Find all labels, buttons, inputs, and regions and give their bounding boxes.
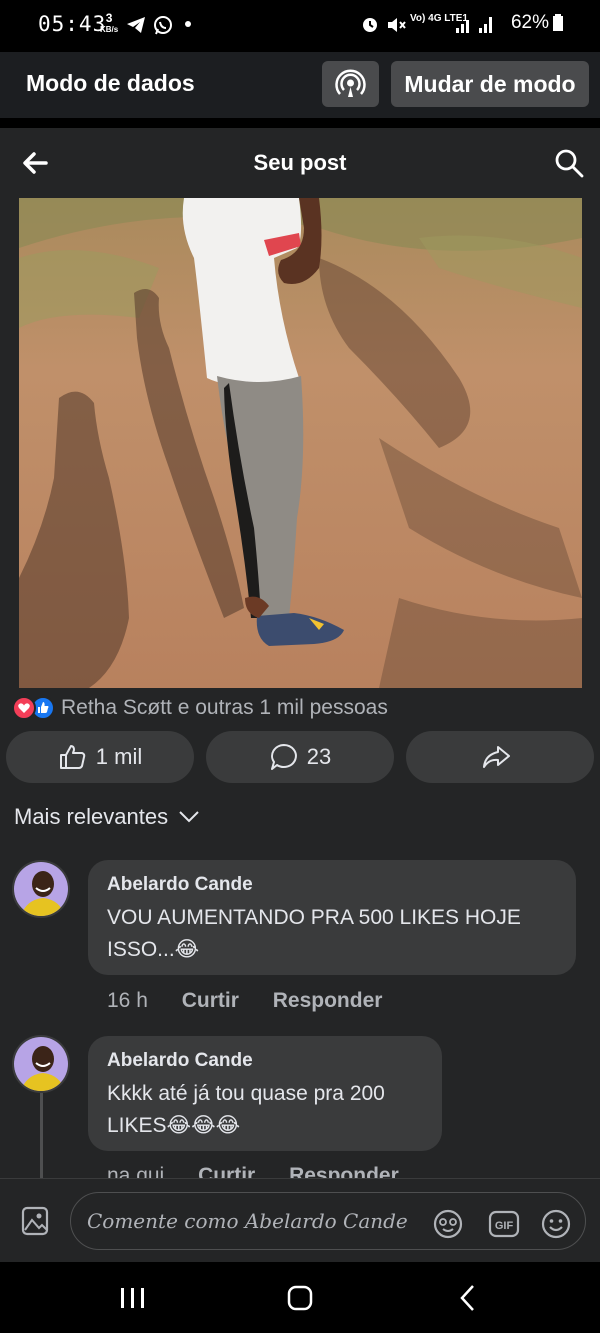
divider [0,118,600,128]
reactions-text: Retha Scøtt e outras 1 mil pessoas [61,696,388,719]
battery-percent: 62% [510,12,549,33]
comment-count: 23 [306,744,332,769]
comment-like-link[interactable]: Curtir [182,989,239,1012]
comment-meta: na qui Curtir Responder [107,1163,427,1178]
alarm-icon [363,18,377,32]
network-speed: 3 KB/s [100,12,118,36]
comment-time: 16 h [107,989,148,1012]
signal-icon [456,20,469,33]
comment-text: Kkkk até já tou quase pra 200 LIKES😂😂😂 [107,1082,385,1137]
notification-dot-icon [185,21,191,27]
comment-composer: Comente como Abelardo Cande GIF [0,1178,600,1262]
post-actions: 1 mil 23 [6,731,594,783]
comment-author[interactable]: Abelardo Cande [107,1050,422,1072]
comment-meta: 16 h Curtir Responder [107,989,410,1013]
comment-author[interactable]: Abelardo Cande [107,874,556,896]
post-photo[interactable] [19,198,582,688]
svg-text:GIF: GIF [495,1220,514,1232]
comment-like-link[interactable]: Curtir [198,1164,255,1178]
emoji-icon[interactable] [540,1208,572,1240]
avatar-sticker-icon[interactable] [432,1208,464,1240]
share-button[interactable] [406,731,594,783]
whatsapp-icon [154,16,172,35]
mute-icon [388,18,406,32]
share-arrow-icon [483,746,510,768]
telegram-icon [127,17,145,33]
data-mode-title: Modo de dados [26,70,195,96]
chevron-down-icon [179,811,199,823]
clock: 05:43 [38,12,107,36]
thumbs-up-icon [59,745,86,769]
broadcast-icon [335,69,366,97]
home-icon[interactable] [280,1282,320,1314]
avatar-image [14,1037,68,1091]
sort-label: Mais relevantes [14,804,169,829]
love-reaction-icon [12,696,36,720]
photo-attach-icon[interactable] [20,1205,50,1237]
comment-button[interactable]: 23 [206,731,394,783]
switch-mode-button[interactable]: Mudar de modo [391,61,589,107]
like-button[interactable]: 1 mil [6,731,194,783]
avatar-image [14,862,68,916]
status-bar: 05:43 3 KB/s Vo) 4G LTE1 62% [0,0,600,52]
battery-icon [553,14,563,31]
network-speed-value: 3 [105,11,113,25]
data-mode-radio-button[interactable] [322,61,379,107]
comment-bubble[interactable]: Abelardo Cande VOU AUMENTANDO PRA 500 LI… [88,860,576,975]
back-icon[interactable] [448,1282,488,1314]
avatar[interactable] [12,860,70,918]
gif-icon[interactable]: GIF [488,1208,520,1240]
battery-level: 62% [511,12,564,34]
reactions-summary[interactable]: Retha Scøtt e outras 1 mil pessoas [12,694,388,722]
recent-apps-icon[interactable] [112,1282,152,1314]
signal-2-icon [479,17,492,33]
comment-bubble[interactable]: Abelardo Cande Kkkk até já tou quase pra… [88,1036,442,1151]
comment-time: na qui [107,1164,165,1178]
thread-line [40,1093,43,1183]
comment-text: VOU AUMENTANDO PRA 500 LIKES HOJE ISSO..… [107,906,521,961]
avatar[interactable] [12,1035,70,1093]
like-count: 1 mil [95,744,143,769]
post-header: Seu post [0,128,600,198]
network-speed-unit: KB/s [100,25,119,34]
android-nav-bar [0,1262,600,1333]
comment-reply-link[interactable]: Responder [289,1164,399,1178]
data-mode-bar: Modo de dados Mudar de modo [0,52,600,118]
comment-bubble-icon [270,744,297,770]
comment-sort-dropdown[interactable]: Mais relevantes [14,804,200,830]
comment-reply-link[interactable]: Responder [273,989,383,1012]
photo-image [19,198,582,688]
page-title: Seu post [253,150,347,175]
search-icon[interactable] [552,146,586,180]
